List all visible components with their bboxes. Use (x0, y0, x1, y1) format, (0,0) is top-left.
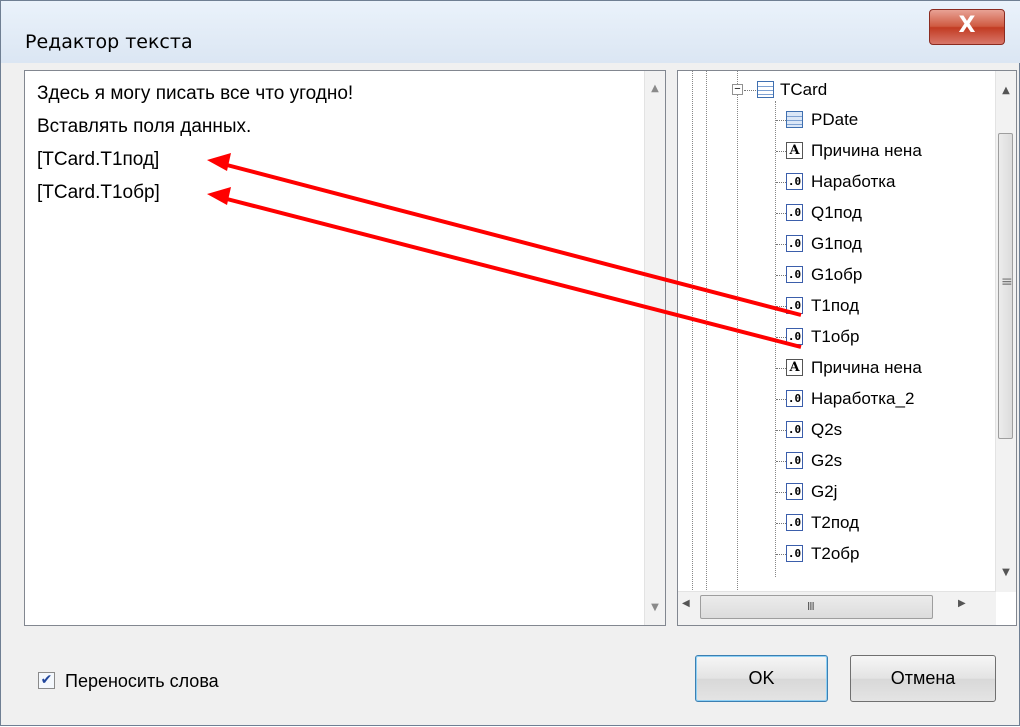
number-field-icon: .0 (786, 514, 803, 531)
tree-field-item[interactable]: .0 T2обр (678, 539, 978, 569)
tree-field-item[interactable]: .0 T1обр (678, 322, 978, 352)
tree-field-item[interactable]: .0 T1под (678, 291, 978, 321)
number-field-icon: .0 (786, 421, 803, 438)
scroll-down-icon[interactable]: ▼ (996, 567, 1016, 578)
tree-field-label: G1обр (811, 265, 863, 284)
tree-field-label: G2j (811, 482, 838, 501)
tree-field-label: Наработка_2 (811, 389, 915, 408)
tree-field-label: T1обр (811, 327, 860, 346)
tree-connector (744, 90, 756, 91)
tree-connector (776, 213, 786, 214)
grip-icon: III (807, 600, 815, 613)
tree-field-label: Причина нена (811, 358, 922, 377)
tree-connector (776, 523, 786, 524)
data-fields-tree[interactable]: − TCard PDate A Причина нена .0 Наработка .0 Q… (677, 70, 1017, 626)
text-editor-area[interactable]: Здесь я могу писать все что угодно! Вста… (24, 70, 666, 626)
number-field-icon: .0 (786, 545, 803, 562)
scroll-up-icon[interactable]: ▲ (996, 85, 1016, 96)
tree-field-item[interactable]: .0 Наработка (678, 167, 978, 197)
text-editor-dialog: Редактор текста X Здесь я могу писать вс… (0, 0, 1020, 726)
tree-vertical-scrollbar[interactable]: ▲ ≡ ▼ (995, 71, 1016, 592)
dialog-title: Редактор текста (25, 31, 193, 53)
tree-connector (776, 492, 786, 493)
wrap-words-label[interactable]: Переносить слова (65, 669, 219, 693)
tree-field-label: PDate (811, 110, 859, 129)
close-icon: X (958, 13, 976, 38)
tree-connector (776, 244, 786, 245)
tree-field-item[interactable]: .0 G1обр (678, 260, 978, 290)
tree-node-tcard[interactable]: − TCard (678, 75, 978, 105)
tree-field-item[interactable]: .0 T2под (678, 508, 978, 538)
tree-field-item[interactable]: .0 Наработка_2 (678, 384, 978, 414)
tree-connector (776, 399, 786, 400)
tree-field-item[interactable]: .0 G2s (678, 446, 978, 476)
scrollbar-thumb[interactable]: III (700, 595, 933, 619)
string-field-icon: A (786, 359, 803, 376)
tree-connector (776, 182, 786, 183)
number-field-icon: .0 (786, 173, 803, 190)
tree-connector (776, 120, 786, 121)
scroll-right-icon[interactable]: ▶ (958, 598, 966, 609)
tree-connector (776, 275, 786, 276)
scroll-left-icon[interactable]: ◀ (682, 598, 690, 609)
close-button[interactable]: X (929, 9, 1005, 45)
tree-connector (776, 368, 786, 369)
tree-field-label: G2s (811, 451, 843, 470)
editor-field-t1obr[interactable]: [TCard.T1обр] (37, 182, 160, 204)
scroll-up-icon[interactable]: ▲ (645, 83, 665, 94)
tree-connector (776, 306, 786, 307)
number-field-icon: .0 (786, 204, 803, 221)
tree-field-label: Причина нена (811, 141, 922, 160)
date-field-icon (786, 111, 803, 128)
number-field-icon: .0 (786, 266, 803, 283)
number-field-icon: .0 (786, 452, 803, 469)
tree-field-item[interactable]: PDate (678, 105, 978, 135)
wrap-words-checkbox[interactable]: ✔ (38, 672, 55, 689)
tree-field-item[interactable]: .0 G1под (678, 229, 978, 259)
tree-field-label: T2обр (811, 544, 860, 563)
tree-connector (776, 337, 786, 338)
cancel-button[interactable]: Отмена (850, 655, 996, 702)
table-icon (757, 81, 774, 98)
grip-icon: ≡ (1001, 274, 1013, 290)
number-field-icon: .0 (786, 297, 803, 314)
editor-scrollbar[interactable]: ▲ ▼ (644, 71, 665, 625)
tree-connector (776, 430, 786, 431)
tree-connector (776, 461, 786, 462)
editor-line: Вставлять поля данных. (37, 116, 252, 137)
tree-horizontal-scrollbar[interactable]: ◀ III ▶ (678, 591, 996, 625)
tree-node-label: TCard (780, 80, 828, 99)
tree-field-label: G1под (811, 234, 862, 253)
number-field-icon: .0 (786, 483, 803, 500)
ok-button[interactable]: OK (695, 655, 828, 702)
scrollbar-thumb[interactable]: ≡ (998, 133, 1013, 439)
editor-line: Здесь я могу писать все что угодно! (37, 83, 354, 104)
tree-field-item[interactable]: A Причина нена (678, 353, 978, 383)
scroll-down-icon[interactable]: ▼ (645, 602, 665, 613)
tree-field-label: T1под (811, 296, 860, 315)
tree-field-item[interactable]: .0 G2j (678, 477, 978, 507)
tree-field-label: Q1под (811, 203, 862, 222)
number-field-icon: .0 (786, 328, 803, 345)
tree-connector (776, 554, 786, 555)
checkmark-icon: ✔ (40, 672, 53, 688)
editor-field-t1pod[interactable]: [TCard.T1под] (37, 149, 159, 171)
tree-field-item[interactable]: .0 Q1под (678, 198, 978, 228)
number-field-icon: .0 (786, 390, 803, 407)
tree-field-item[interactable]: A Причина нена (678, 136, 978, 166)
title-bar[interactable]: Редактор текста X (1, 1, 1020, 63)
tree-field-item[interactable]: .0 Q2s (678, 415, 978, 445)
number-field-icon: .0 (786, 235, 803, 252)
tree-field-label: Наработка (811, 172, 896, 191)
collapse-icon[interactable]: − (732, 84, 743, 95)
tree-field-label: T2под (811, 513, 860, 532)
tree-connector (776, 151, 786, 152)
string-field-icon: A (786, 142, 803, 159)
tree-field-label: Q2s (811, 420, 843, 439)
